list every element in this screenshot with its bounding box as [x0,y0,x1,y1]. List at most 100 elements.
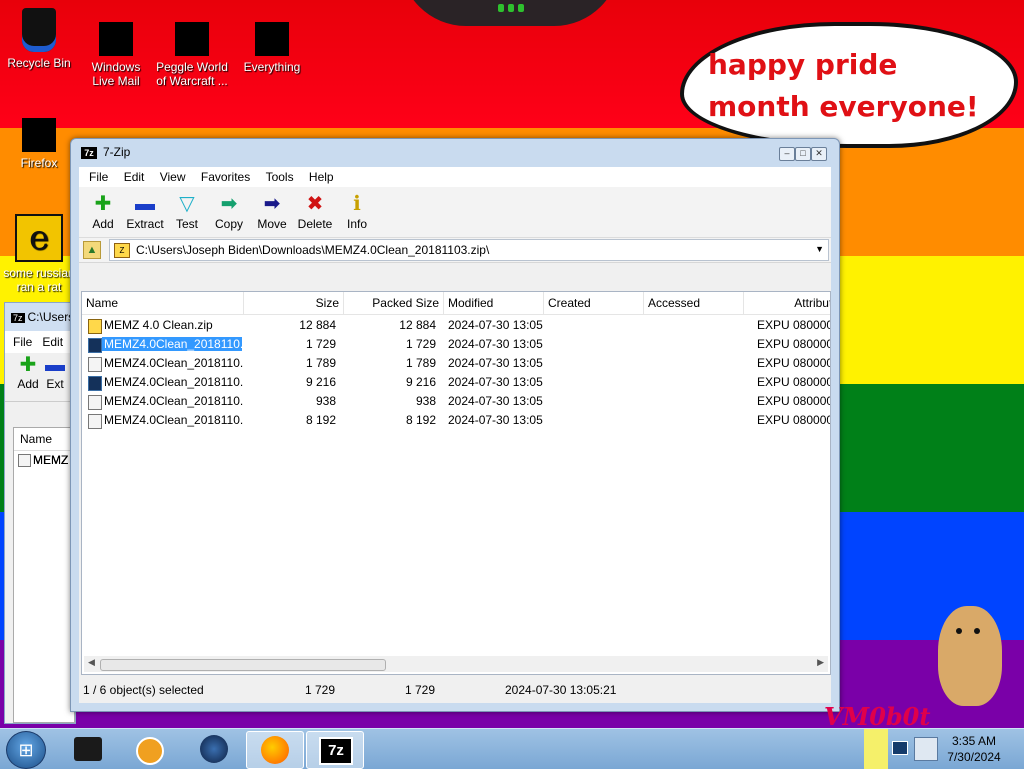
desktop-icon-label: some russian ran a rat [3,266,75,294]
add-button[interactable]: ✚ Add [13,353,43,391]
clock[interactable]: 3:35 AM 7/30/2024 [944,733,1004,765]
desktop-icon-firefox[interactable]: Firefox [3,118,75,170]
menu-edit[interactable]: Edit [42,335,63,349]
taskbar-firefox[interactable] [246,731,304,769]
cell-name: MEMZ4.0Clean_2018110... [104,394,244,408]
tab-indicator [498,4,504,12]
cell-packed: 1 729 [405,337,436,351]
taskbar-globe[interactable] [186,731,242,767]
title-bar[interactable]: 7z 7-Zip – □ ✕ [71,139,839,167]
desktop-icon-peggle[interactable]: Peggle World of Warcraft ... [156,8,228,88]
start-button[interactable]: ⊞ [6,731,46,769]
extract-button[interactable]: ▬ Extract [123,187,167,231]
tab-indicator [518,4,524,12]
move-button[interactable]: ➡ Move [251,187,293,231]
cell-packed: 1 789 [405,356,436,370]
table-row[interactable]: MEMZ 4.0 Clean.zip 12 884 12 884 2024-07… [82,316,830,335]
menu-file[interactable]: File [83,167,114,187]
table-row[interactable]: MEMZ4.0Clean_2018110... 1 789 1 789 2024… [82,354,830,373]
text-file-icon [88,357,102,372]
add-icon: ✚ [94,193,112,215]
column-modified[interactable]: Modified [444,292,544,314]
cell-attributes: EXPU 0800000 [757,337,830,351]
cell-attributes: EXPU 0800000 [757,394,830,408]
cell-packed: 9 216 [405,375,436,389]
table-row[interactable]: MEMZ4.0Clean_2018110... 8 192 8 192 2024… [82,411,830,430]
desktop-icon-label: Recycle Bin [7,56,71,70]
cell-packed: 12 884 [399,318,436,332]
7zip-icon: 7z [81,147,97,159]
extract-button[interactable]: ▬ Ext [43,353,67,391]
scroll-right-icon[interactable]: ▶ [817,657,824,668]
test-icon: ▽ [179,193,195,215]
cell-name: MEMZ4.0Clean_2018110... [104,375,244,389]
scroll-thumb[interactable] [100,659,386,671]
address-bar: ▲ Z C:\Users\Joseph Biden\Downloads\MEMZ… [79,238,831,263]
column-created[interactable]: Created [544,292,644,314]
file-list[interactable]: Name MEMZ MEMZ MEMZ MEMZ MEMZ MEMZ [13,427,75,723]
cell-attributes: EXPU 0800000 [757,413,830,427]
cell-modified: 2024-07-30 13:05 [448,394,543,408]
tray-notification-icon[interactable] [914,737,938,761]
menu-view[interactable]: View [154,167,192,187]
horizontal-scrollbar[interactable]: ◀ ▶ [84,656,828,672]
copy-icon: ➡ [220,193,238,215]
menu-favorites[interactable]: Favorites [195,167,256,187]
menu-bar: File Edit [5,331,75,353]
status-bar: 1 / 6 object(s) selected 1 729 1 729 202… [79,677,831,703]
menu-file[interactable]: File [13,335,32,349]
menu-tools[interactable]: Tools [260,167,300,187]
delete-icon: ✖ [306,193,324,215]
table-row[interactable]: MEMZ4.0Clean_2018110... 938 938 2024-07-… [82,392,830,411]
column-attributes[interactable]: Attribute [744,292,830,314]
file-list[interactable]: Name Size Packed Size Modified Created A… [81,291,831,675]
maximize-button[interactable]: □ [795,147,811,161]
column-name[interactable]: Name [14,428,74,451]
menu-bar: File Edit View Favorites Tools Help [79,167,831,187]
tray-show-desktop[interactable] [864,729,888,769]
window-client: File Edit View Favorites Tools Help ✚ Ad… [79,167,831,703]
desktop-icon-everything[interactable]: Everything [236,8,308,74]
add-button[interactable]: ✚ Add [83,187,123,231]
desktop-icon-rat[interactable]: e some russian ran a rat [3,214,75,294]
table-row[interactable]: MEMZ4.0Clean_2018110... 9 216 9 216 2024… [82,373,830,392]
column-accessed[interactable]: Accessed [644,292,744,314]
cell-modified: 2024-07-30 13:05 [448,413,543,427]
column-packed-size[interactable]: Packed Size [344,292,444,314]
ie-icon: e [15,214,63,262]
address-bar[interactable] [5,401,75,424]
address-field[interactable]: Z C:\Users\Joseph Biden\Downloads\MEMZ4.… [109,239,829,261]
extract-icon: ▬ [135,193,155,215]
desktop-icon-recycle-bin[interactable]: Recycle Bin [3,8,75,70]
delete-button[interactable]: ✖ Delete [293,187,337,231]
column-name[interactable]: Name [82,292,244,314]
search-icon [255,22,289,56]
folder-up-button[interactable]: ▲ [83,241,101,259]
table-row[interactable]: MEMZ4.0Clean_2018110... 1 729 1 729 2024… [82,335,830,354]
tray-network-icon[interactable] [892,741,908,755]
move-icon: ➡ [263,193,281,215]
minimize-button[interactable]: – [779,147,795,161]
folder-icon [74,737,102,761]
taskbar-media-player[interactable] [120,731,176,767]
scroll-left-icon[interactable]: ◀ [88,657,95,668]
menu-edit[interactable]: Edit [118,167,151,187]
copy-button[interactable]: ➡ Copy [207,187,251,231]
zip-file-icon [88,319,102,334]
test-button[interactable]: ▽ Test [167,187,207,231]
taskbar-7zip[interactable]: 7z [306,731,364,769]
close-button[interactable]: ✕ [811,147,827,161]
list-item[interactable]: MEMZ [14,451,74,470]
column-size[interactable]: Size [244,292,344,314]
recycle-bin-icon [22,8,56,52]
chevron-down-icon[interactable]: ▼ [815,244,824,254]
add-icon: ✚ [19,354,37,376]
text-file-icon [88,395,102,410]
taskbar-explorer[interactable] [60,731,116,767]
background-7zip-window[interactable]: 7z C:\Users File Edit ✚ Add ▬ Ext Name ME… [4,302,76,724]
desktop-icon-windows-live-mail[interactable]: Windows Live Mail [80,8,152,88]
7zip-window[interactable]: 7z 7-Zip – □ ✕ File Edit View Favorites … [70,138,840,712]
menu-help[interactable]: Help [303,167,340,187]
cell-attributes: EXPU 0800000 [757,356,830,370]
info-button[interactable]: ℹ Info [337,187,377,231]
